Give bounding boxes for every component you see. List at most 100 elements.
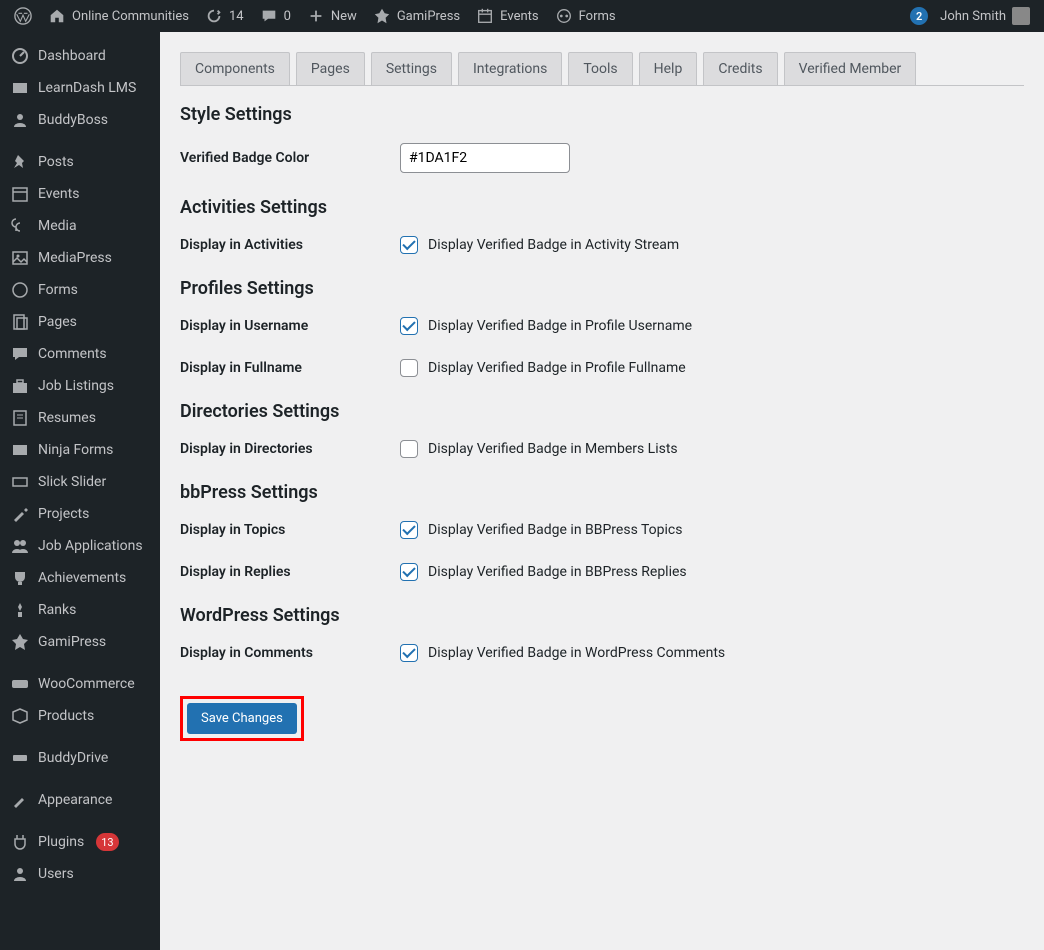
save-highlight: Save Changes	[180, 696, 304, 741]
user-icon	[10, 864, 30, 884]
tab-verified-member[interactable]: Verified Member	[784, 52, 917, 85]
sidebar-item-label: Products	[38, 708, 94, 724]
sidebar-item-label: Dashboard	[38, 48, 106, 64]
profiles-fullname-checkbox[interactable]	[400, 359, 418, 377]
events-link[interactable]: Events	[468, 0, 546, 32]
wordpress-icon	[14, 7, 32, 25]
events-label: Events	[500, 9, 538, 24]
admin-sidebar: Dashboard LearnDash LMS BuddyBoss Posts Even…	[0, 32, 160, 950]
section-style-title: Style Settings	[180, 104, 1024, 125]
profiles-username-checkbox[interactable]	[400, 317, 418, 335]
sidebar-item-projects[interactable]: Projects	[0, 498, 160, 530]
profiles-username-desc: Display Verified Badge in Profile Userna…	[428, 318, 692, 334]
sidebar-item-pages[interactable]: Pages	[0, 306, 160, 338]
save-button[interactable]: Save Changes	[187, 703, 297, 734]
new-link[interactable]: New	[299, 0, 365, 32]
sidebar-item-plugins[interactable]: Plugins13	[0, 826, 160, 858]
sidebar-item-learndash-lms[interactable]: LearnDash LMS	[0, 72, 160, 104]
forms-icon	[555, 7, 573, 25]
sidebar-item-label: Job Listings	[38, 378, 114, 394]
sidebar-item-slick-slider[interactable]: Slick Slider	[0, 466, 160, 498]
directories-display-checkbox[interactable]	[400, 440, 418, 458]
tab-components[interactable]: Components	[180, 52, 290, 85]
tab-tools[interactable]: Tools	[568, 52, 632, 85]
sidebar-item-buddydrive[interactable]: BuddyDrive	[0, 742, 160, 774]
tab-credits[interactable]: Credits	[703, 52, 777, 85]
profiles-username-label: Display in Username	[180, 318, 400, 334]
site-link[interactable]: Online Communities	[40, 0, 197, 32]
appearance-icon	[10, 790, 30, 810]
sidebar-item-label: Forms	[38, 282, 78, 298]
activities-display-checkbox[interactable]	[400, 236, 418, 254]
sidebar-item-ranks[interactable]: Ranks	[0, 594, 160, 626]
sidebar-item-ninja-forms[interactable]: Ninja Forms	[0, 434, 160, 466]
sidebar-item-woocommerce[interactable]: WooCommerce	[0, 668, 160, 700]
comments-icon	[10, 344, 30, 364]
avatar	[1012, 7, 1030, 25]
bbpress-replies-checkbox[interactable]	[400, 563, 418, 581]
main-content: ComponentsPagesSettingsIntegrationsTools…	[160, 32, 1044, 761]
sidebar-item-appearance[interactable]: Appearance	[0, 784, 160, 816]
sidebar-item-buddyboss[interactable]: BuddyBoss	[0, 104, 160, 136]
tab-integrations[interactable]: Integrations	[458, 52, 562, 85]
bbpress-replies-desc: Display Verified Badge in BBPress Replie…	[428, 564, 687, 580]
sidebar-item-label: Users	[38, 866, 74, 882]
plugins-icon	[10, 832, 30, 852]
trophy-icon	[10, 568, 30, 588]
bbpress-topics-checkbox[interactable]	[400, 521, 418, 539]
sidebar-item-label: Media	[38, 218, 77, 234]
sidebar-item-gamipress[interactable]: GamiPress	[0, 626, 160, 658]
media-icon	[10, 216, 30, 236]
sidebar-item-label: BuddyBoss	[38, 112, 108, 128]
pin-icon	[10, 152, 30, 172]
forms-link[interactable]: Forms	[547, 0, 624, 32]
user-menu[interactable]: John Smith	[932, 0, 1038, 32]
rank-icon	[10, 600, 30, 620]
sidebar-item-label: Posts	[38, 154, 74, 170]
comments-link[interactable]: 0	[252, 0, 299, 32]
bbpress-topics-desc: Display Verified Badge in BBPress Topics	[428, 522, 682, 538]
section-bbpress-title: bbPress Settings	[180, 482, 1024, 503]
sidebar-item-comments[interactable]: Comments	[0, 338, 160, 370]
wordpress-comments-checkbox[interactable]	[400, 644, 418, 662]
wp-logo[interactable]	[6, 0, 40, 32]
sidebar-item-achievements[interactable]: Achievements	[0, 562, 160, 594]
sidebar-item-users[interactable]: Users	[0, 858, 160, 890]
sidebar-item-job-listings[interactable]: Job Listings	[0, 370, 160, 402]
sidebar-item-forms[interactable]: Forms	[0, 274, 160, 306]
sidebar-item-resumes[interactable]: Resumes	[0, 402, 160, 434]
updates-count: 14	[229, 9, 244, 24]
plugin-count-badge: 13	[96, 833, 118, 851]
resume-icon	[10, 408, 30, 428]
activities-display-desc: Display Verified Badge in Activity Strea…	[428, 237, 679, 253]
tab-pages[interactable]: Pages	[296, 52, 365, 85]
calendar-icon	[10, 184, 30, 204]
notification-badge[interactable]: 2	[910, 7, 928, 25]
sidebar-item-mediapress[interactable]: MediaPress	[0, 242, 160, 274]
sidebar-item-label: Resumes	[38, 410, 96, 426]
gamipress-link[interactable]: GamiPress	[365, 0, 468, 32]
wordpress-comments-desc: Display Verified Badge in WordPress Comm…	[428, 645, 725, 661]
sidebar-item-label: BuddyDrive	[38, 750, 108, 766]
badge-color-input[interactable]	[400, 143, 570, 173]
comment-icon	[260, 7, 278, 25]
sidebar-item-job-applications[interactable]: Job Applications	[0, 530, 160, 562]
sidebar-item-label: Projects	[38, 506, 89, 522]
sidebar-item-events[interactable]: Events	[0, 178, 160, 210]
gamipress-icon	[373, 7, 391, 25]
forms-icon	[10, 280, 30, 300]
tab-settings[interactable]: Settings	[371, 52, 452, 85]
mediapress-icon	[10, 248, 30, 268]
section-directories-title: Directories Settings	[180, 401, 1024, 422]
forms-label: Forms	[579, 9, 616, 24]
gamipress-icon	[10, 632, 30, 652]
drive-icon	[10, 748, 30, 768]
updates-link[interactable]: 14	[197, 0, 252, 32]
sidebar-item-dashboard[interactable]: Dashboard	[0, 40, 160, 72]
sidebar-item-products[interactable]: Products	[0, 700, 160, 732]
comments-count: 0	[284, 9, 291, 24]
updates-icon	[205, 7, 223, 25]
sidebar-item-media[interactable]: Media	[0, 210, 160, 242]
tab-help[interactable]: Help	[639, 52, 698, 85]
sidebar-item-posts[interactable]: Posts	[0, 146, 160, 178]
